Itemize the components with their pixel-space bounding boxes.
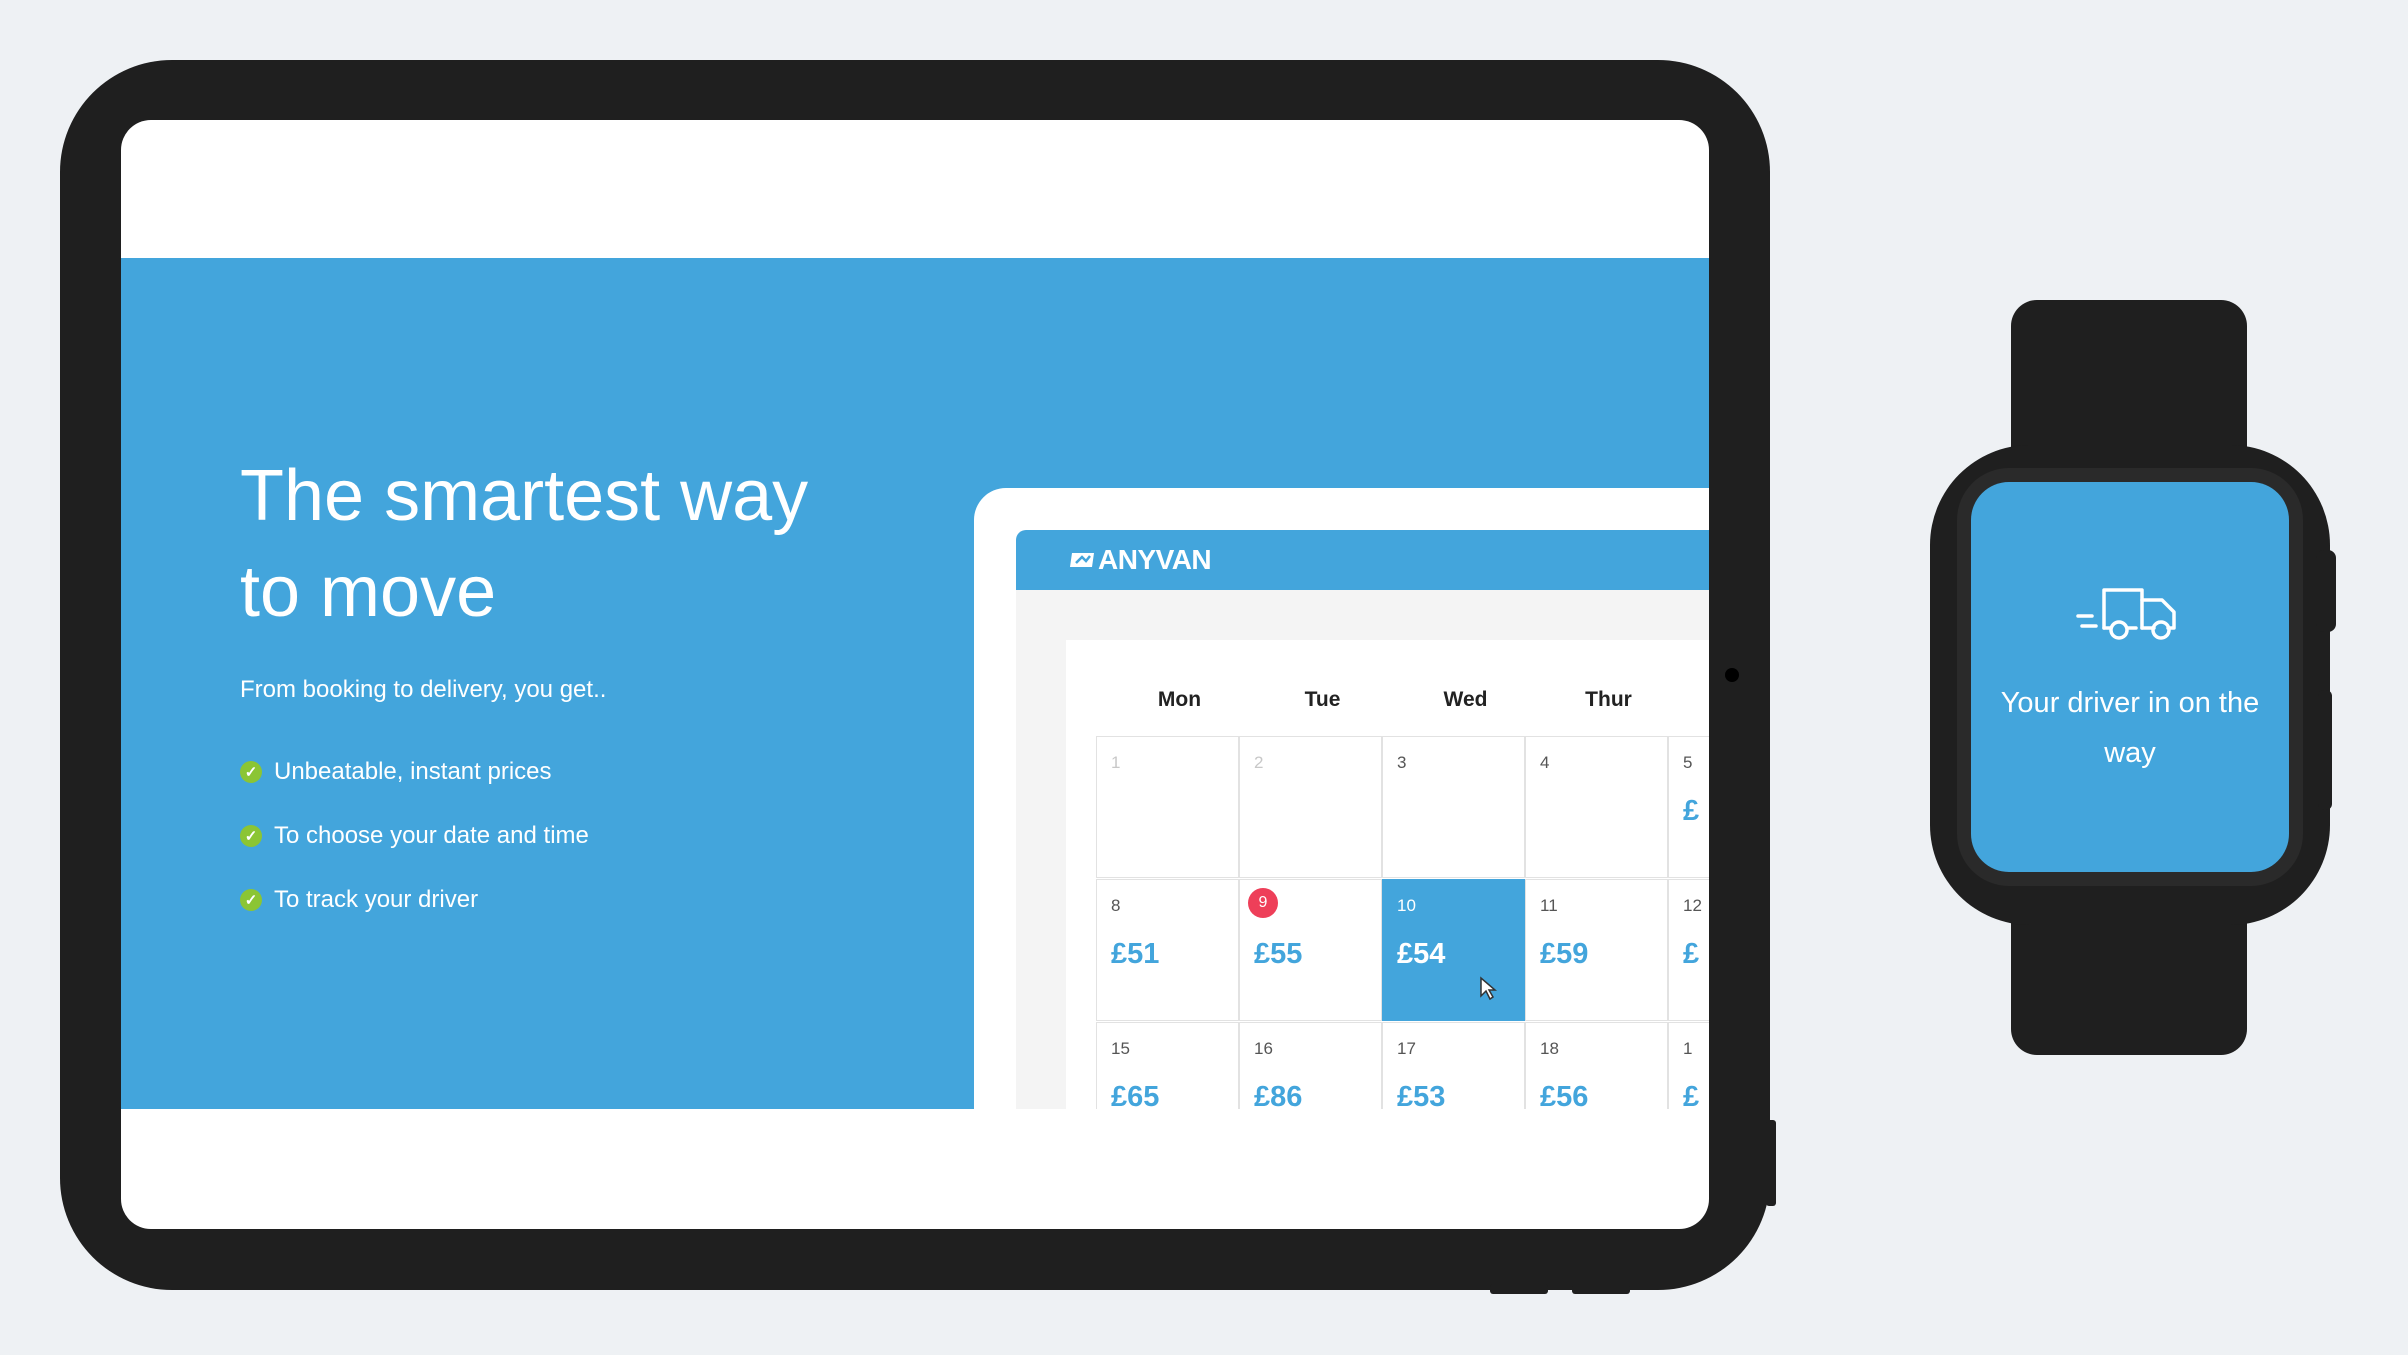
van-logo-icon <box>1070 553 1094 567</box>
day-price: £56 <box>1540 1081 1589 1109</box>
benefit-item: ✓ Unbeatable, instant prices <box>240 740 589 804</box>
benefit-item: ✓ To track your driver <box>240 868 589 932</box>
hero-title: The smartest way to move <box>240 456 809 632</box>
mouse-cursor-icon <box>1480 976 1497 1001</box>
tablet-camera <box>1725 668 1739 682</box>
watch-message: Your driver in on the way <box>2000 687 2260 769</box>
weekday-header: Mon <box>1157 688 1202 711</box>
hero-subtitle: From booking to delivery, you get.. <box>240 676 607 703</box>
benefit-item: ✓ To choose your date and time <box>240 804 589 868</box>
day-price: £65 <box>1111 1081 1160 1109</box>
watch-screen: Your driver in on the way <box>1971 482 2289 872</box>
day-price: £86 <box>1254 1081 1303 1109</box>
calendar-day-cell[interactable]: 10 £54 <box>1382 879 1525 1021</box>
day-number: 5 <box>1683 753 1693 772</box>
calendar-day-cell[interactable]: 16 £86 <box>1239 1022 1382 1109</box>
benefit-label: To choose your date and time <box>274 822 589 849</box>
calendar-day-cell[interactable]: 8 £51 <box>1096 879 1239 1021</box>
day-price: £54 <box>1397 938 1446 970</box>
check-icon: ✓ <box>240 825 262 847</box>
calendar-day-cell[interactable]: 17 £53 <box>1382 1022 1525 1109</box>
app-body: Mon Tue Wed Thur 1 2 3 4 5 £8 £51 9 £55 10 £54 11 £5… <box>1016 590 1709 1109</box>
day-number: 16 <box>1254 1039 1273 1058</box>
tablet-volume-button <box>1490 1284 1548 1294</box>
day-price: £ <box>1683 795 1700 827</box>
day-number: 3 <box>1397 753 1407 772</box>
truck-icon <box>2076 588 2176 640</box>
weekday-header: Wed <box>1443 688 1488 711</box>
day-price: £ <box>1683 938 1700 970</box>
calendar-day-cell-partial[interactable]: 1 £ <box>1668 1022 1709 1109</box>
benefit-label: To track your driver <box>274 886 479 913</box>
logo-text: ANYVAN <box>1098 544 1212 575</box>
tablet-volume-button <box>1572 1284 1630 1294</box>
calendar-day-cell[interactable]: 2 <box>1239 736 1382 878</box>
calendar-day-cell[interactable]: 4 <box>1525 736 1668 878</box>
weekday-header: Thur <box>1585 688 1632 711</box>
check-icon: ✓ <box>240 889 262 911</box>
calendar-day-cell[interactable]: 11 £59 <box>1525 879 1668 1021</box>
day-number: 1 <box>1683 1039 1693 1058</box>
calendar-day-cell[interactable]: 9 £55 <box>1239 879 1382 1021</box>
app-window: ANYVAN Mon Tue Wed Thur 1 2 3 4 5 £8 £51 9 £55 10… <box>974 488 1709 1109</box>
tablet-screen: The smartest way to move From booking to… <box>121 120 1709 1229</box>
calendar-day-cell-partial[interactable]: 12 £ <box>1668 879 1709 1021</box>
day-number: 12 <box>1683 896 1702 915</box>
benefits-list: ✓ Unbeatable, instant prices ✓ To choose… <box>240 740 589 932</box>
day-number: 10 <box>1397 896 1416 915</box>
calendar-day-cell-partial[interactable]: 5 £ <box>1668 736 1709 878</box>
day-number: 11 <box>1540 896 1558 915</box>
check-icon: ✓ <box>240 761 262 783</box>
watch-crown[interactable] <box>2316 550 2336 632</box>
day-price: £53 <box>1397 1081 1446 1109</box>
calendar-day-cell[interactable]: 3 <box>1382 736 1525 878</box>
calendar-day-cell[interactable]: 15 £65 <box>1096 1022 1239 1109</box>
day-number: 17 <box>1397 1039 1416 1058</box>
benefit-label: Unbeatable, instant prices <box>274 758 552 785</box>
calendar-day-cell[interactable]: 1 <box>1096 736 1239 878</box>
day-price: £ <box>1683 1081 1700 1109</box>
day-number: 2 <box>1254 753 1264 772</box>
day-price: £55 <box>1254 938 1303 970</box>
hero-banner: The smartest way to move From booking to… <box>121 258 1709 1109</box>
today-marker: 9 <box>1248 888 1278 918</box>
anyvan-logo[interactable]: ANYVAN <box>1070 544 1212 576</box>
day-number: 8 <box>1111 896 1121 915</box>
day-number: 18 <box>1540 1039 1559 1058</box>
day-number: 4 <box>1540 753 1550 772</box>
tablet-side-button <box>1766 1120 1776 1206</box>
watch-side-button[interactable] <box>2318 690 2332 810</box>
calendar-day-cell[interactable]: 18 £56 <box>1525 1022 1668 1109</box>
app-header: ANYVAN <box>1016 530 1709 590</box>
day-number: 1 <box>1111 753 1121 772</box>
day-price: £59 <box>1540 938 1589 970</box>
day-number: 15 <box>1111 1039 1130 1058</box>
day-price: £51 <box>1111 938 1160 970</box>
weekday-header: Tue <box>1304 688 1341 711</box>
booking-calendar: Mon Tue Wed Thur 1 2 3 4 5 £8 £51 9 £55 10 £54 11 £5… <box>1066 640 1709 1109</box>
